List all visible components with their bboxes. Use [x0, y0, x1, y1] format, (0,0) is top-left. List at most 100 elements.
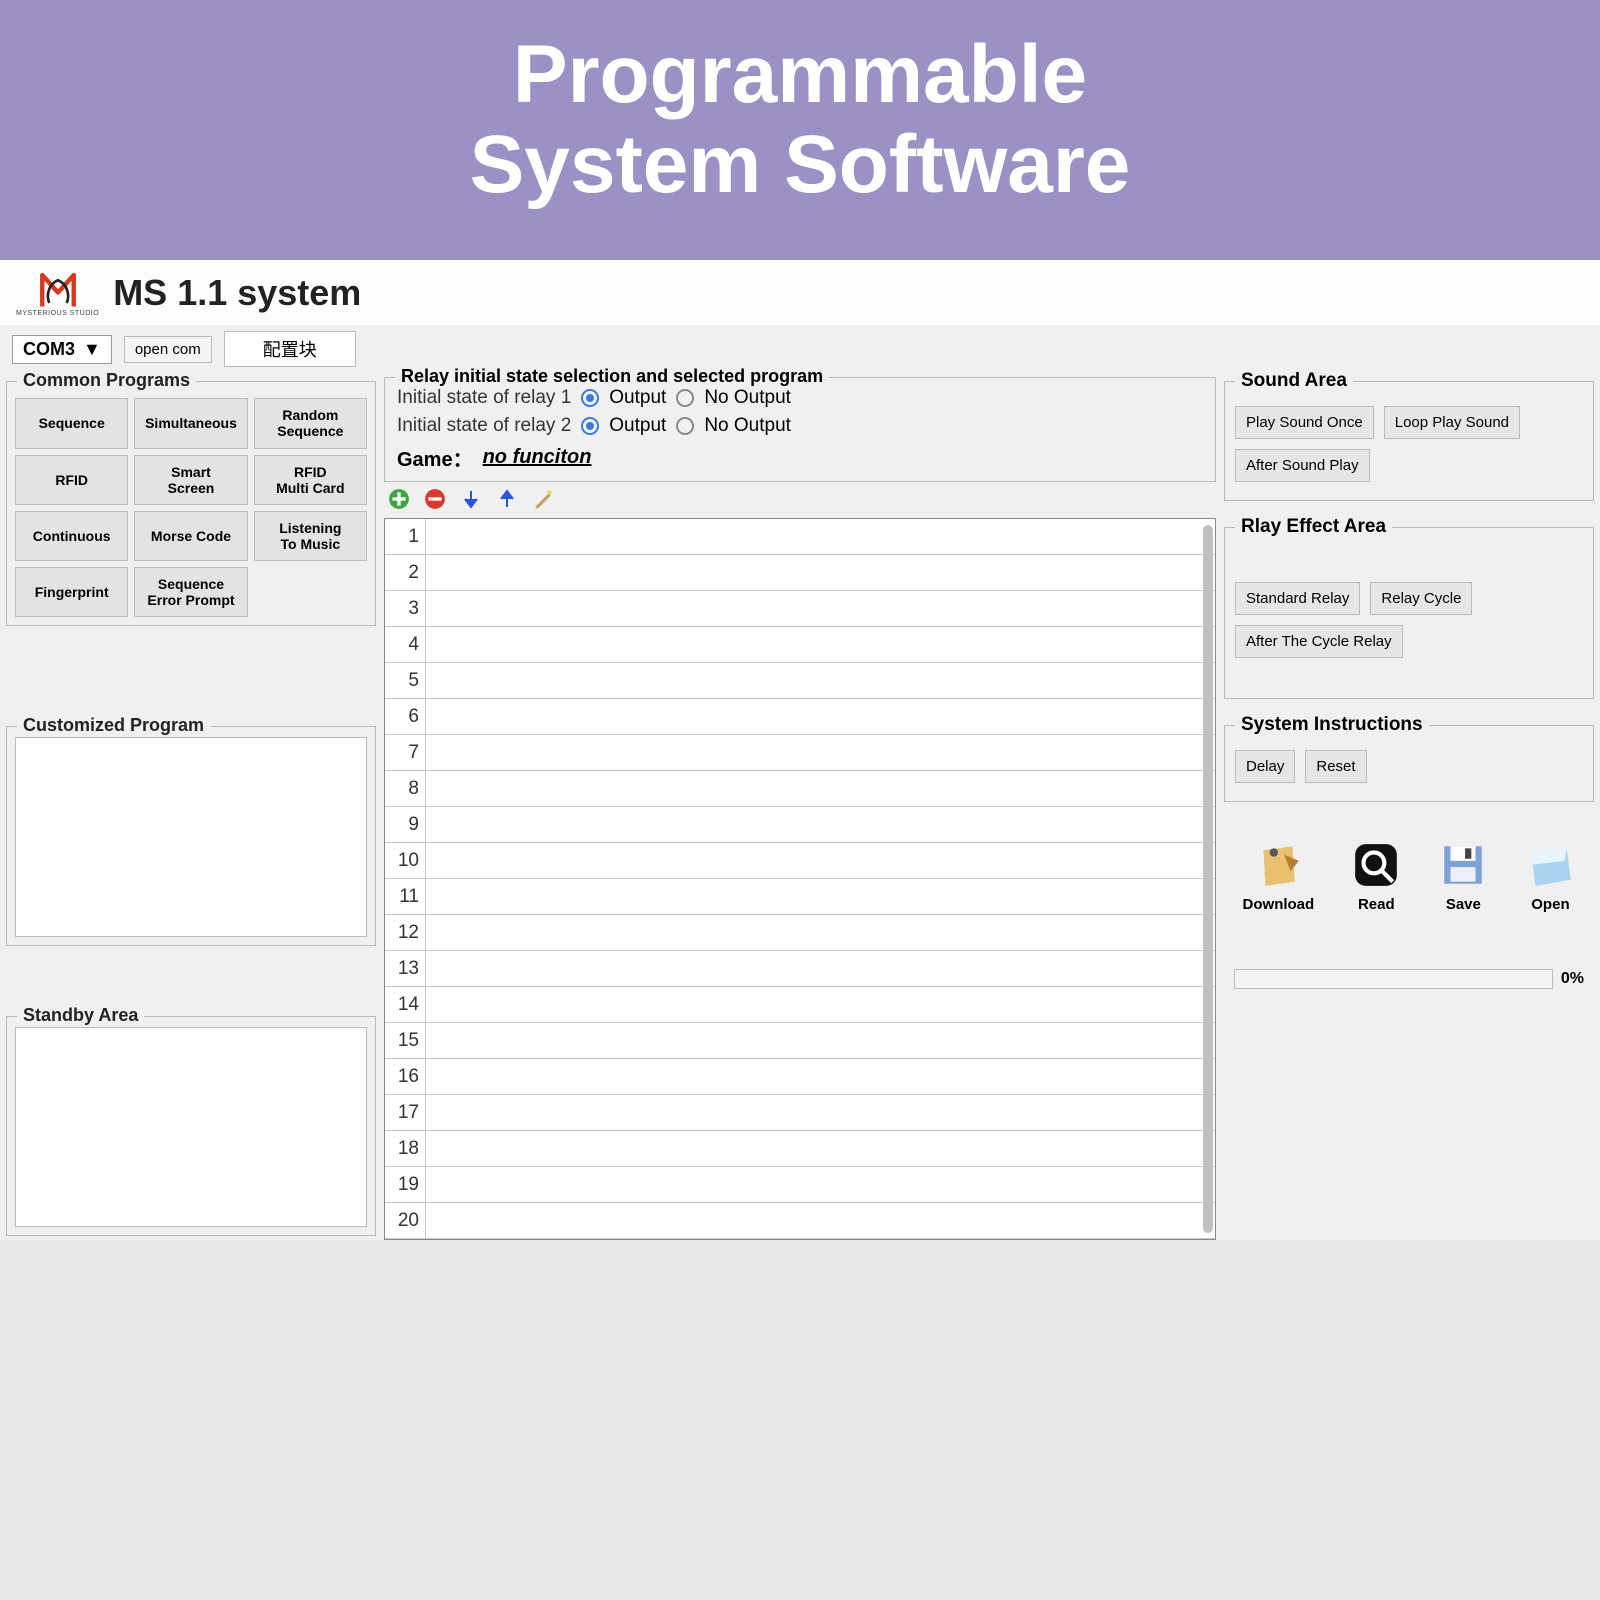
- row-cell[interactable]: [425, 1023, 1215, 1058]
- list-scrollbar[interactable]: [1203, 525, 1213, 1233]
- list-row[interactable]: 2: [385, 555, 1215, 591]
- row-cell[interactable]: [425, 627, 1215, 662]
- list-row[interactable]: 5: [385, 663, 1215, 699]
- row-number: 6: [385, 706, 425, 728]
- relay-2-no-output-radio[interactable]: [676, 417, 694, 435]
- open-com-button[interactable]: open com: [124, 336, 212, 363]
- com-port-value: COM3: [23, 339, 75, 360]
- relay-panel: Relay initial state selection and select…: [384, 377, 1216, 482]
- save-button[interactable]: Save: [1438, 840, 1488, 913]
- row-cell[interactable]: [425, 951, 1215, 986]
- sound-after-sound-play-button[interactable]: After Sound Play: [1235, 449, 1370, 482]
- program-button-rfid[interactable]: RFID: [15, 455, 128, 505]
- list-row[interactable]: 12: [385, 915, 1215, 951]
- save-label: Save: [1446, 896, 1481, 913]
- program-button-morse-code[interactable]: Morse Code: [134, 511, 247, 561]
- program-list[interactable]: 1234567891011121314151617181920: [384, 518, 1216, 1240]
- list-row[interactable]: 13: [385, 951, 1215, 987]
- sound-play-sound-once-button[interactable]: Play Sound Once: [1235, 406, 1374, 439]
- list-row[interactable]: 9: [385, 807, 1215, 843]
- open-button[interactable]: Open: [1525, 840, 1575, 913]
- relay-2-output-radio[interactable]: [581, 417, 599, 435]
- relay-effect-after-the-cycle-relay-button[interactable]: After The Cycle Relay: [1235, 625, 1403, 658]
- wand-icon[interactable]: [532, 488, 554, 510]
- customized-program-area[interactable]: [15, 737, 367, 937]
- row-cell[interactable]: [425, 1167, 1215, 1202]
- standby-area[interactable]: [15, 1027, 367, 1227]
- row-number: 19: [385, 1174, 425, 1196]
- file-actions: Download Read Save: [1224, 820, 1594, 921]
- row-cell[interactable]: [425, 591, 1215, 626]
- row-cell[interactable]: [425, 843, 1215, 878]
- standby-legend: Standby Area: [17, 1005, 144, 1026]
- relay-2-output-label: Output: [609, 415, 666, 437]
- read-button[interactable]: Read: [1351, 840, 1401, 913]
- list-row[interactable]: 15: [385, 1023, 1215, 1059]
- download-button[interactable]: Download: [1243, 840, 1315, 913]
- move-up-icon[interactable]: [496, 488, 518, 510]
- list-row[interactable]: 1: [385, 519, 1215, 555]
- list-toolbar: [384, 482, 1216, 516]
- row-cell[interactable]: [425, 1131, 1215, 1166]
- row-cell[interactable]: [425, 771, 1215, 806]
- list-row[interactable]: 4: [385, 627, 1215, 663]
- list-row[interactable]: 18: [385, 1131, 1215, 1167]
- relay-effect-standard-relay-button[interactable]: Standard Relay: [1235, 582, 1360, 615]
- open-label: Open: [1531, 896, 1569, 913]
- list-row[interactable]: 10: [385, 843, 1215, 879]
- list-row[interactable]: 14: [385, 987, 1215, 1023]
- row-cell[interactable]: [425, 519, 1215, 554]
- row-number: 7: [385, 742, 425, 764]
- row-number: 4: [385, 634, 425, 656]
- remove-icon[interactable]: [424, 488, 446, 510]
- sound-loop-play-sound-button[interactable]: Loop Play Sound: [1384, 406, 1520, 439]
- row-cell[interactable]: [425, 555, 1215, 590]
- list-row[interactable]: 19: [385, 1167, 1215, 1203]
- program-button-continuous[interactable]: Continuous: [15, 511, 128, 561]
- row-number: 18: [385, 1138, 425, 1160]
- title-bar: MYSTERIOUS STUDIO MS 1.1 system: [0, 260, 1600, 325]
- row-cell[interactable]: [425, 807, 1215, 842]
- row-cell[interactable]: [425, 735, 1215, 770]
- list-row[interactable]: 3: [385, 591, 1215, 627]
- list-row[interactable]: 8: [385, 771, 1215, 807]
- relay-effect-relay-cycle-button[interactable]: Relay Cycle: [1370, 582, 1472, 615]
- row-cell[interactable]: [425, 879, 1215, 914]
- system-reset-button[interactable]: Reset: [1305, 750, 1366, 783]
- row-cell[interactable]: [425, 663, 1215, 698]
- row-cell[interactable]: [425, 915, 1215, 950]
- program-button-rfid-multi-card[interactable]: RFIDMulti Card: [254, 455, 367, 505]
- program-button-simultaneous[interactable]: Simultaneous: [134, 398, 247, 448]
- sound-area-legend: Sound Area: [1235, 370, 1353, 392]
- list-row[interactable]: 6: [385, 699, 1215, 735]
- program-button-smart-screen[interactable]: SmartScreen: [134, 455, 247, 505]
- row-cell[interactable]: [425, 1095, 1215, 1130]
- list-row[interactable]: 16: [385, 1059, 1215, 1095]
- com-port-select[interactable]: COM3 ▼: [12, 335, 112, 364]
- relay-1-output-radio[interactable]: [581, 389, 599, 407]
- config-button[interactable]: 配置块: [224, 331, 356, 367]
- read-icon: [1351, 840, 1401, 890]
- program-button-listening-to-music[interactable]: ListeningTo Music: [254, 511, 367, 561]
- list-row[interactable]: 17: [385, 1095, 1215, 1131]
- logo-subtext: MYSTERIOUS STUDIO: [16, 310, 99, 317]
- add-icon[interactable]: [388, 488, 410, 510]
- row-cell[interactable]: [425, 987, 1215, 1022]
- system-delay-button[interactable]: Delay: [1235, 750, 1295, 783]
- sound-area-group: Sound Area Play Sound OnceLoop Play Soun…: [1224, 381, 1594, 501]
- list-row[interactable]: 7: [385, 735, 1215, 771]
- program-button-sequence-error-prompt[interactable]: SequenceError Prompt: [134, 567, 247, 617]
- list-row[interactable]: 20: [385, 1203, 1215, 1239]
- program-button-fingerprint[interactable]: Fingerprint: [15, 567, 128, 617]
- row-cell[interactable]: [425, 1059, 1215, 1094]
- program-button-random-sequence[interactable]: RandomSequence: [254, 398, 367, 448]
- row-cell[interactable]: [425, 1203, 1215, 1238]
- move-down-icon[interactable]: [460, 488, 482, 510]
- list-row[interactable]: 11: [385, 879, 1215, 915]
- common-programs-legend: Common Programs: [17, 370, 196, 391]
- main-layout: Common Programs SequenceSimultaneousRand…: [0, 373, 1600, 1240]
- program-button-sequence[interactable]: Sequence: [15, 398, 128, 448]
- row-cell[interactable]: [425, 699, 1215, 734]
- relay-1-no-output-radio[interactable]: [676, 389, 694, 407]
- banner-line-1: Programmable: [0, 30, 1600, 120]
